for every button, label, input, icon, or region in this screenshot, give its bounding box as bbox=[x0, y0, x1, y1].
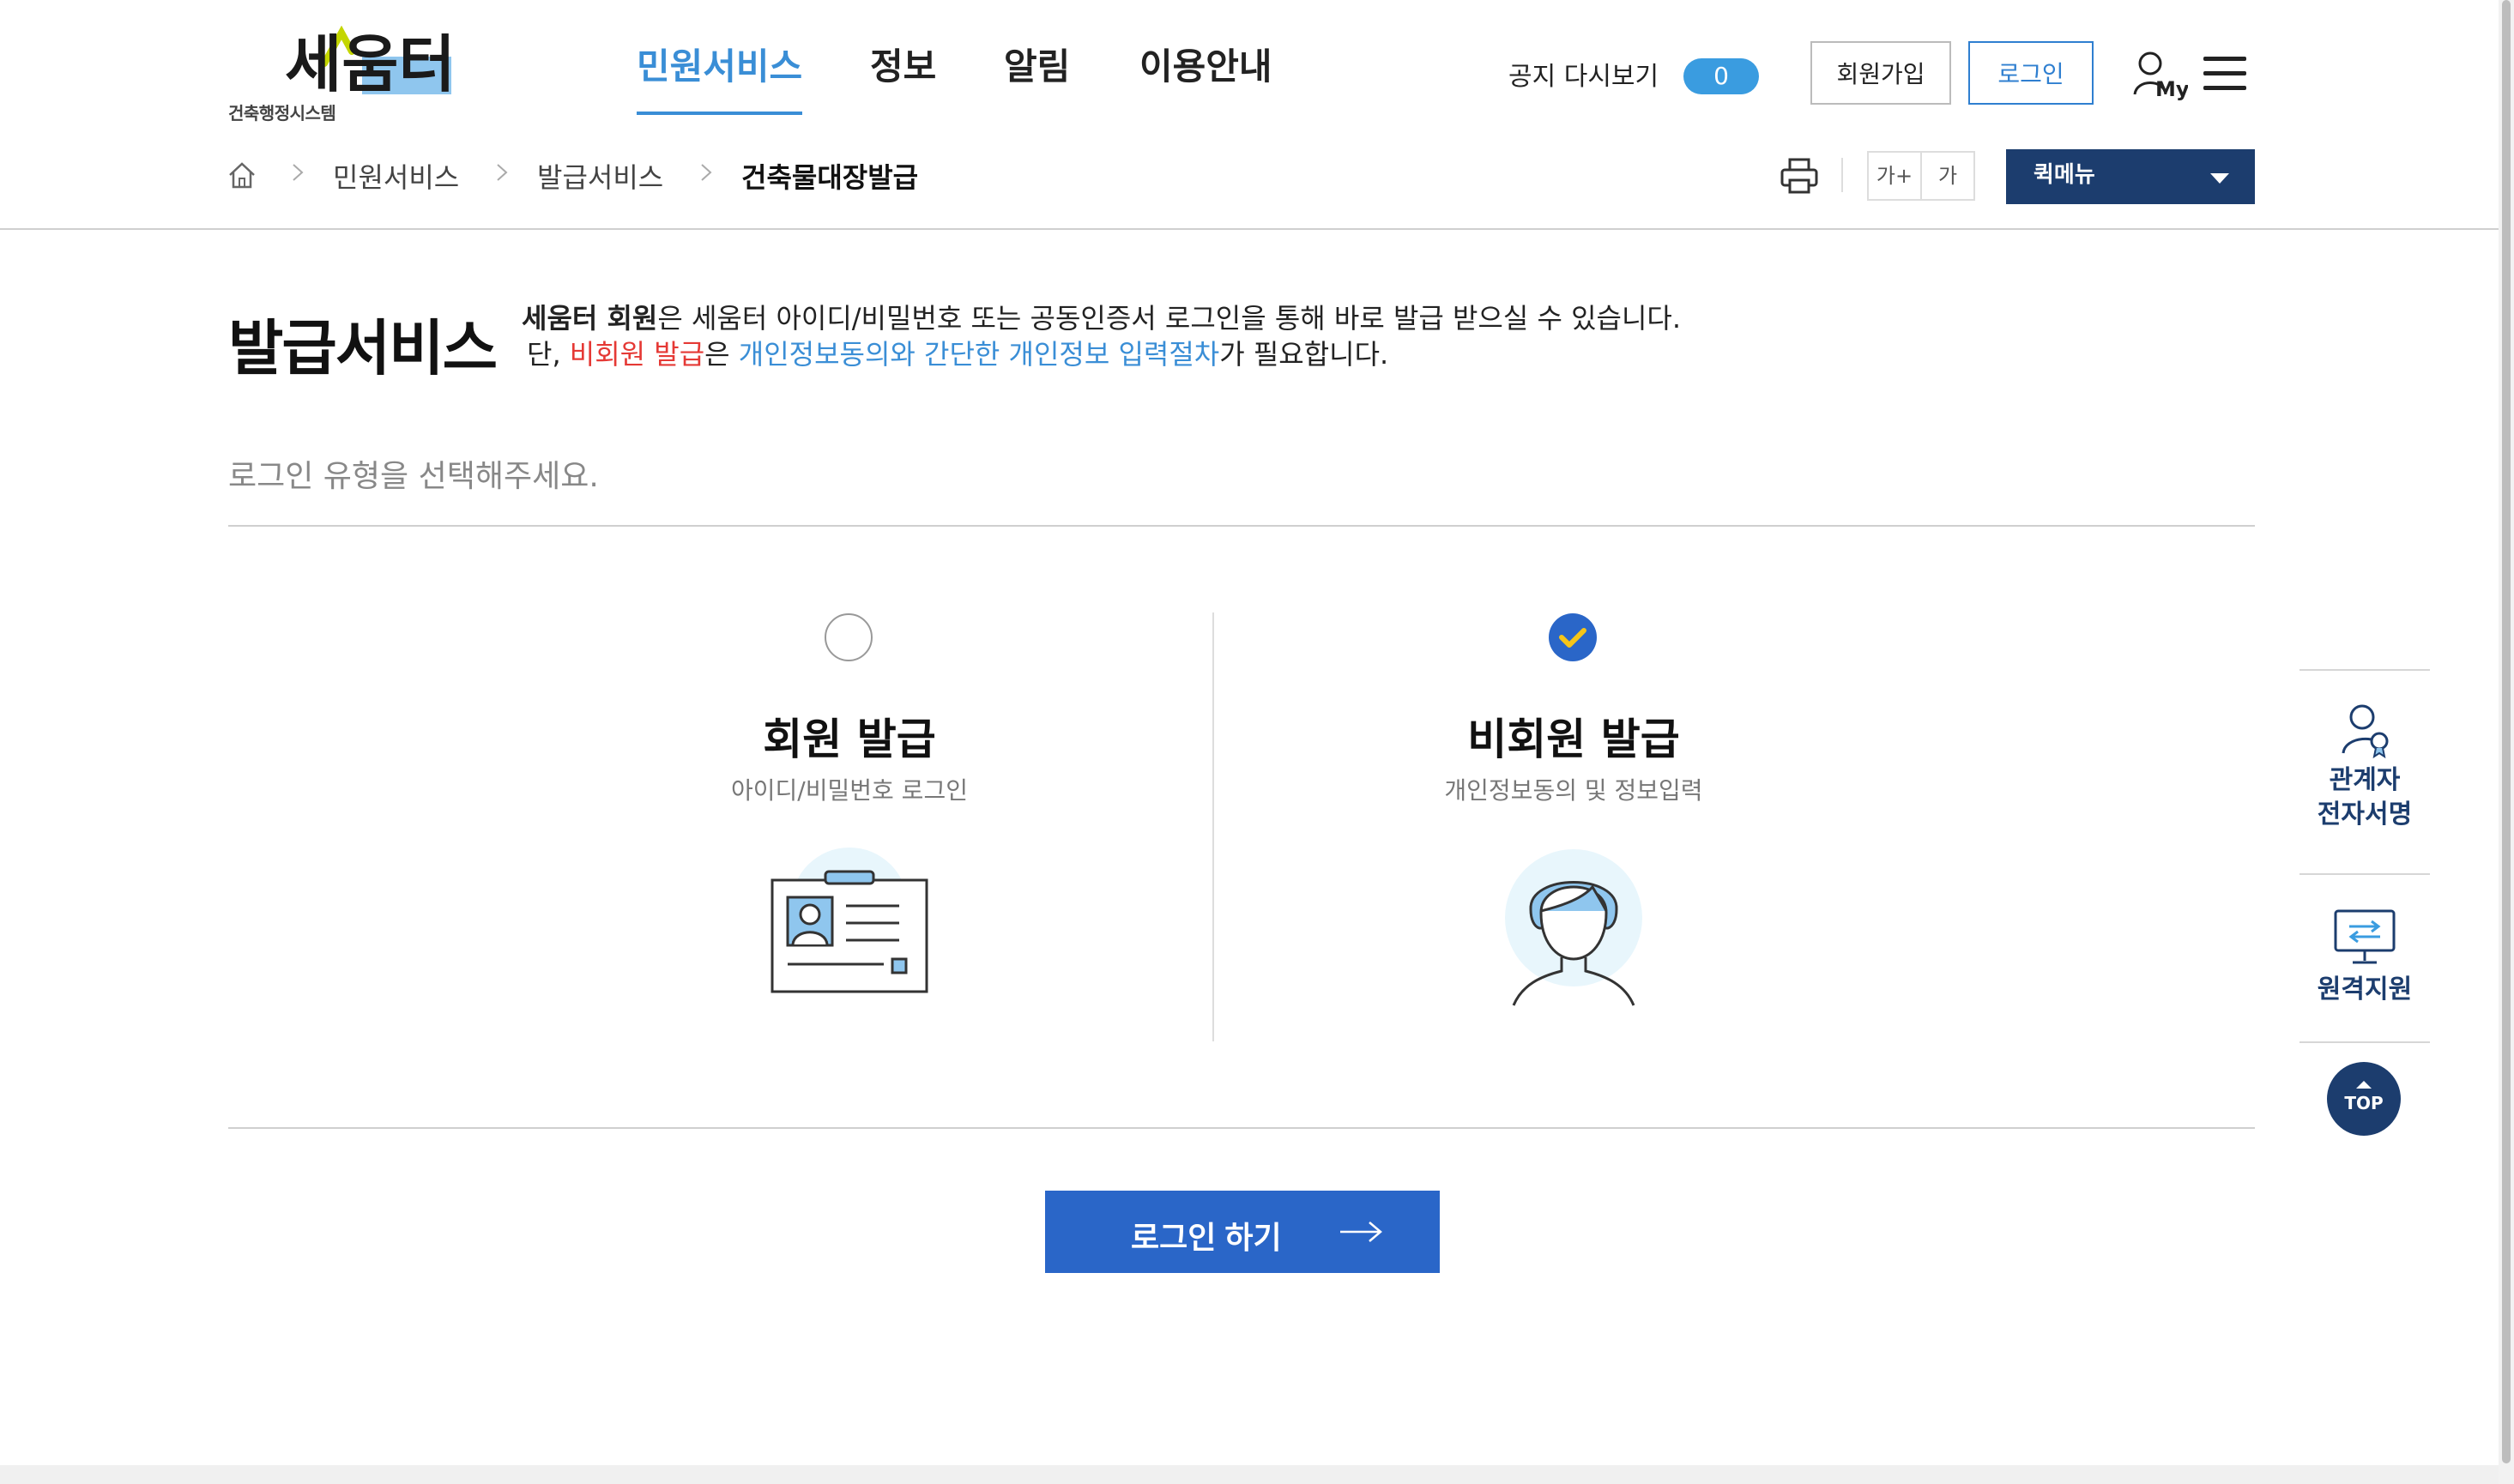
logo-subtitle: 건축행정시스템 bbox=[228, 103, 336, 124]
chevron-right-icon bbox=[701, 164, 712, 181]
person-icon bbox=[1505, 849, 1642, 1006]
my-page-icon[interactable]: My bbox=[2131, 50, 2188, 101]
quick-menu-label: 퀵메뉴 bbox=[2034, 162, 2095, 188]
user-sign-icon bbox=[2342, 704, 2389, 759]
desc-consent-emphasis: 개인정보동의와 간단한 개인정보 입력절차 bbox=[738, 338, 1220, 371]
nonmember-issue-subtitle: 개인정보동의 및 정보입력 bbox=[1444, 776, 1703, 805]
desc-suffix: 가 필요합니다. bbox=[1219, 338, 1389, 371]
monitor-icon bbox=[2334, 909, 2396, 964]
description-line-1: 세움터 회원은 세움터 아이디/비밀번호 또는 공동인증서 로그인을 통해 바로… bbox=[522, 297, 1681, 336]
radio-checked-icon[interactable] bbox=[1548, 612, 1598, 662]
logo-mark: 세움터 bbox=[285, 26, 456, 100]
font-increase-button[interactable]: 가+ bbox=[1867, 151, 1922, 201]
chevron-right-icon bbox=[497, 164, 508, 181]
id-card-icon bbox=[771, 848, 928, 993]
remote-support-link[interactable]: 원격지원 bbox=[2299, 904, 2430, 1007]
caret-down-icon bbox=[2210, 173, 2229, 184]
quick-panel-divider bbox=[2299, 1041, 2430, 1043]
breadcrumb-civil-service[interactable]: 민원서비스 bbox=[333, 156, 459, 196]
nonmember-issue-option[interactable]: 비회원 발급 개인정보동의 및 정보입력 bbox=[1316, 612, 1831, 1016]
section-divider-top bbox=[228, 525, 2255, 527]
svg-text:My: My bbox=[2155, 77, 2188, 101]
footer-strip bbox=[0, 1465, 2499, 1484]
caret-up-icon bbox=[2356, 1081, 2372, 1089]
menu-hamburger-icon[interactable] bbox=[2203, 57, 2246, 94]
desc-member-emphasis: 세움터 회원 bbox=[522, 302, 658, 335]
home-icon[interactable] bbox=[227, 160, 257, 190]
member-issue-subtitle: 아이디/비밀번호 로그인 bbox=[731, 776, 968, 805]
site-header: 세움터 건축행정시스템 민원서비스 정보 알림 이용안내 공지 다시보기 0 회… bbox=[0, 0, 2499, 230]
breadcrumb-current: 건축물대장발급 bbox=[741, 161, 919, 194]
scroll-top-label: TOP bbox=[2344, 1093, 2384, 1113]
tool-divider bbox=[1841, 158, 1843, 192]
desc-mid: 은 bbox=[704, 338, 739, 371]
login-header-button[interactable]: 로그인 bbox=[1968, 41, 2094, 105]
quick-menu-select[interactable]: 퀵메뉴 bbox=[2006, 149, 2255, 204]
desc-line1-text: 은 세움터 아이디/비밀번호 또는 공동인증서 로그인을 통해 바로 발급 받으… bbox=[657, 302, 1682, 335]
login-submit-button[interactable]: 로그인 하기 bbox=[1045, 1191, 1440, 1273]
notice-count-badge[interactable]: 0 bbox=[1683, 58, 1759, 94]
login-type-prompt: 로그인 유형을 선택해주세요. bbox=[228, 459, 599, 494]
member-issue-title: 회원 발급 bbox=[763, 715, 936, 764]
description-line-2: 단, 비회원 발급은 개인정보동의와 간단한 개인정보 입력절차가 필요합니다. bbox=[527, 333, 1388, 372]
site-logo[interactable]: 세움터 건축행정시스템 bbox=[228, 26, 460, 124]
member-issue-option[interactable]: 회원 발급 아이디/비밀번호 로그인 bbox=[592, 612, 1107, 1016]
quick-panel-divider bbox=[2299, 669, 2430, 671]
breadcrumb-issuance-service[interactable]: 발급서비스 bbox=[537, 156, 663, 196]
options-divider bbox=[1212, 612, 1214, 1041]
stakeholder-esign-line1: 관계자 bbox=[2329, 765, 2401, 795]
print-icon[interactable] bbox=[1780, 156, 1819, 196]
chevron-right-icon bbox=[293, 164, 304, 181]
gnb-civil-service[interactable]: 민원서비스 bbox=[637, 38, 803, 115]
remote-support-label: 원격지원 bbox=[2317, 974, 2413, 1004]
scroll-top-button[interactable]: TOP bbox=[2327, 1062, 2401, 1136]
notice-replay-link[interactable]: 공지 다시보기 bbox=[1508, 55, 1659, 93]
radio-unchecked-icon[interactable] bbox=[824, 612, 873, 662]
gnb-notice[interactable]: 알림 bbox=[1004, 38, 1070, 90]
desc-prefix: 단, bbox=[527, 338, 570, 371]
font-decrease-button[interactable]: 가 bbox=[1920, 151, 1975, 201]
nonmember-issue-title: 비회원 발급 bbox=[1467, 715, 1680, 764]
stakeholder-esign-line2: 전자서명 bbox=[2317, 799, 2413, 829]
arrow-right-icon bbox=[1340, 1222, 1382, 1242]
desc-nonmember-emphasis: 비회원 발급 bbox=[569, 338, 705, 371]
scrollbar-thumb[interactable] bbox=[2502, 0, 2511, 1463]
quick-panel-divider bbox=[2299, 873, 2430, 875]
svg-text:세움터: 세움터 bbox=[285, 28, 456, 100]
gnb-guide[interactable]: 이용안내 bbox=[1139, 38, 1272, 90]
page-title: 발급서비스 bbox=[228, 313, 498, 383]
signup-button[interactable]: 회원가입 bbox=[1810, 41, 1951, 105]
section-divider-bottom bbox=[228, 1127, 2255, 1129]
gnb-info[interactable]: 정보 bbox=[870, 38, 936, 90]
login-submit-label: 로그인 하기 bbox=[1131, 1220, 1282, 1255]
stakeholder-esign-link[interactable]: 관계자 전자서명 bbox=[2299, 700, 2430, 832]
